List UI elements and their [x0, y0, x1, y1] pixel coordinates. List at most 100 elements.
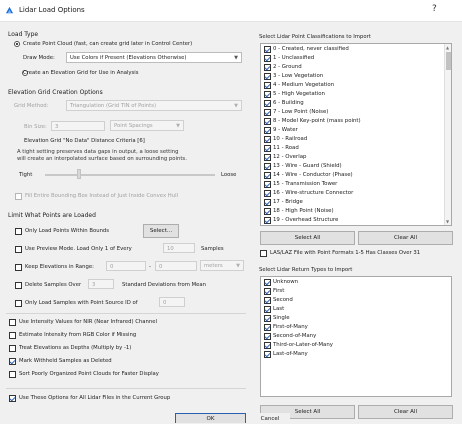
help-icon[interactable]: ?: [432, 4, 437, 14]
list-item-checkbox[interactable]: [264, 163, 271, 170]
classifications-select-all-button[interactable]: Select All: [260, 231, 355, 245]
list-item-checkbox[interactable]: [264, 199, 271, 206]
list-item-checkbox[interactable]: [264, 172, 271, 179]
list-item-checkbox[interactable]: [264, 217, 271, 224]
create-point-cloud-radio[interactable]: [14, 41, 20, 47]
list-item[interactable]: Second-of-Many: [264, 333, 442, 341]
list-item[interactable]: 10 - Railroad: [264, 136, 442, 144]
list-item-checkbox[interactable]: [264, 324, 271, 331]
grid-note-line1: A tight setting preserves data gaps in o…: [17, 149, 179, 155]
std-dev-input[interactable]: 3: [88, 279, 114, 289]
list-item[interactable]: 11 - Road: [264, 145, 442, 153]
app-icon: [5, 6, 14, 14]
list-item-checkbox[interactable]: [264, 190, 271, 197]
delete-samples-checkbox[interactable]: [15, 282, 22, 289]
return-types-listbox[interactable]: Unknown First Second Last Single First-of-Man…: [260, 276, 452, 397]
list-item-checkbox[interactable]: [264, 279, 271, 286]
ok-button[interactable]: OK: [175, 413, 246, 423]
list-item[interactable]: 12 - Overlap: [264, 154, 442, 162]
list-item-checkbox[interactable]: [264, 297, 271, 304]
classifications-scrollbar[interactable]: ▲ ▼: [444, 44, 451, 225]
scroll-up-icon[interactable]: ▲: [446, 45, 449, 50]
list-item-checkbox[interactable]: [264, 351, 271, 358]
list-item[interactable]: 9 - Water: [264, 127, 442, 135]
draw-mode-dropdown[interactable]: Use Colors if Present (Elevations Otherw…: [66, 52, 242, 63]
no-data-slider-track[interactable]: [45, 174, 215, 176]
list-item[interactable]: 6 - Building: [264, 100, 442, 108]
scroll-down-icon[interactable]: ▼: [446, 219, 449, 224]
list-item[interactable]: Unknown: [264, 279, 442, 287]
list-item[interactable]: Third-or-Later-of-Many: [264, 342, 442, 350]
list-item[interactable]: 17 - Bridge: [264, 199, 442, 207]
list-item[interactable]: 1 - Unclassified: [264, 55, 442, 63]
classifications-clear-all-button[interactable]: Clear All: [358, 231, 453, 245]
extra-option-checkbox[interactable]: [9, 358, 16, 365]
list-item-checkbox[interactable]: [264, 315, 271, 322]
extra-option-checkbox[interactable]: [9, 371, 16, 378]
scroll-thumb[interactable]: [446, 52, 451, 70]
range-units-dropdown[interactable]: meters ▼: [200, 260, 244, 271]
las-over-31-checkbox[interactable]: [260, 250, 267, 257]
list-item[interactable]: 18 - High Point (Noise): [264, 208, 442, 216]
list-item[interactable]: Last-of-Many: [264, 351, 442, 359]
preview-count-input[interactable]: 10: [163, 243, 195, 253]
use-all-files-checkbox[interactable]: [9, 395, 16, 402]
list-item-checkbox[interactable]: [264, 181, 271, 188]
list-item-checkbox[interactable]: [264, 342, 271, 349]
list-item-checkbox[interactable]: [264, 208, 271, 215]
list-item[interactable]: 3 - Low Vegetation: [264, 73, 442, 81]
extra-option-checkbox[interactable]: [9, 319, 16, 326]
range-max-input[interactable]: 0: [155, 261, 197, 271]
list-item[interactable]: Single: [264, 315, 442, 323]
list-item-checkbox[interactable]: [264, 118, 271, 125]
list-item-checkbox[interactable]: [264, 100, 271, 107]
list-item-checkbox[interactable]: [264, 154, 271, 161]
list-item[interactable]: Last: [264, 306, 442, 314]
range-min-input[interactable]: 0: [106, 261, 146, 271]
list-item-checkbox[interactable]: [264, 333, 271, 340]
list-item-checkbox[interactable]: [264, 55, 271, 62]
within-bounds-checkbox[interactable]: [15, 228, 22, 235]
bin-size-units-dropdown[interactable]: Point Spacings ▼: [110, 120, 184, 131]
list-item-checkbox[interactable]: [264, 127, 271, 134]
list-item-checkbox[interactable]: [264, 64, 271, 71]
list-item[interactable]: 13 - Wire - Guard (Shield): [264, 163, 442, 171]
list-item[interactable]: First-of-Many: [264, 324, 442, 332]
list-item[interactable]: 5 - High Vegetation: [264, 91, 442, 99]
list-item-checkbox[interactable]: [264, 306, 271, 313]
list-item[interactable]: 7 - Low Point (Noise): [264, 109, 442, 117]
select-bounds-button[interactable]: Select...: [143, 224, 179, 238]
list-item-checkbox[interactable]: [264, 82, 271, 89]
bin-size-input[interactable]: 3: [51, 121, 105, 131]
source-id-checkbox[interactable]: [15, 300, 22, 307]
list-item-checkbox[interactable]: [264, 91, 271, 98]
list-item-checkbox[interactable]: [264, 136, 271, 143]
list-item[interactable]: Second: [264, 297, 442, 305]
return-types-clear-all-button[interactable]: Clear All: [358, 405, 453, 419]
list-item-checkbox[interactable]: [264, 288, 271, 295]
list-item[interactable]: 0 - Created, never classified: [264, 46, 442, 54]
no-data-slider-thumb[interactable]: [77, 169, 81, 179]
list-item-checkbox[interactable]: [264, 145, 271, 152]
classifications-listbox[interactable]: 0 - Created, never classified 1 - Unclass…: [260, 43, 452, 226]
list-item[interactable]: 15 - Transmission Tower: [264, 181, 442, 189]
extra-option-checkbox[interactable]: [9, 345, 16, 352]
list-item[interactable]: 8 - Model Key-point (mass point): [264, 118, 442, 126]
grid-method-dropdown[interactable]: Triangulation (Grid TIN of Points) ▼: [66, 100, 242, 111]
preview-mode-checkbox[interactable]: [15, 246, 22, 253]
source-id-input[interactable]: 0: [159, 297, 185, 307]
list-item[interactable]: 16 - Wire-structure Connector: [264, 190, 442, 198]
list-item-checkbox[interactable]: [264, 73, 271, 80]
list-item[interactable]: 2 - Ground: [264, 64, 442, 72]
cancel-button[interactable]: Cancel: [250, 413, 290, 423]
list-item[interactable]: 4 - Medium Vegetation: [264, 82, 442, 90]
list-item[interactable]: 19 - Overhead Structure: [264, 217, 442, 225]
fill-bbox-checkbox[interactable]: [15, 193, 22, 200]
extra-option-checkbox[interactable]: [9, 332, 16, 339]
list-item-label: 1 - Unclassified: [273, 55, 315, 61]
keep-range-checkbox[interactable]: [15, 264, 22, 271]
list-item[interactable]: First: [264, 288, 442, 296]
list-item-checkbox[interactable]: [264, 46, 271, 53]
list-item-checkbox[interactable]: [264, 109, 271, 116]
list-item[interactable]: 14 - Wire - Conductor (Phase): [264, 172, 442, 180]
